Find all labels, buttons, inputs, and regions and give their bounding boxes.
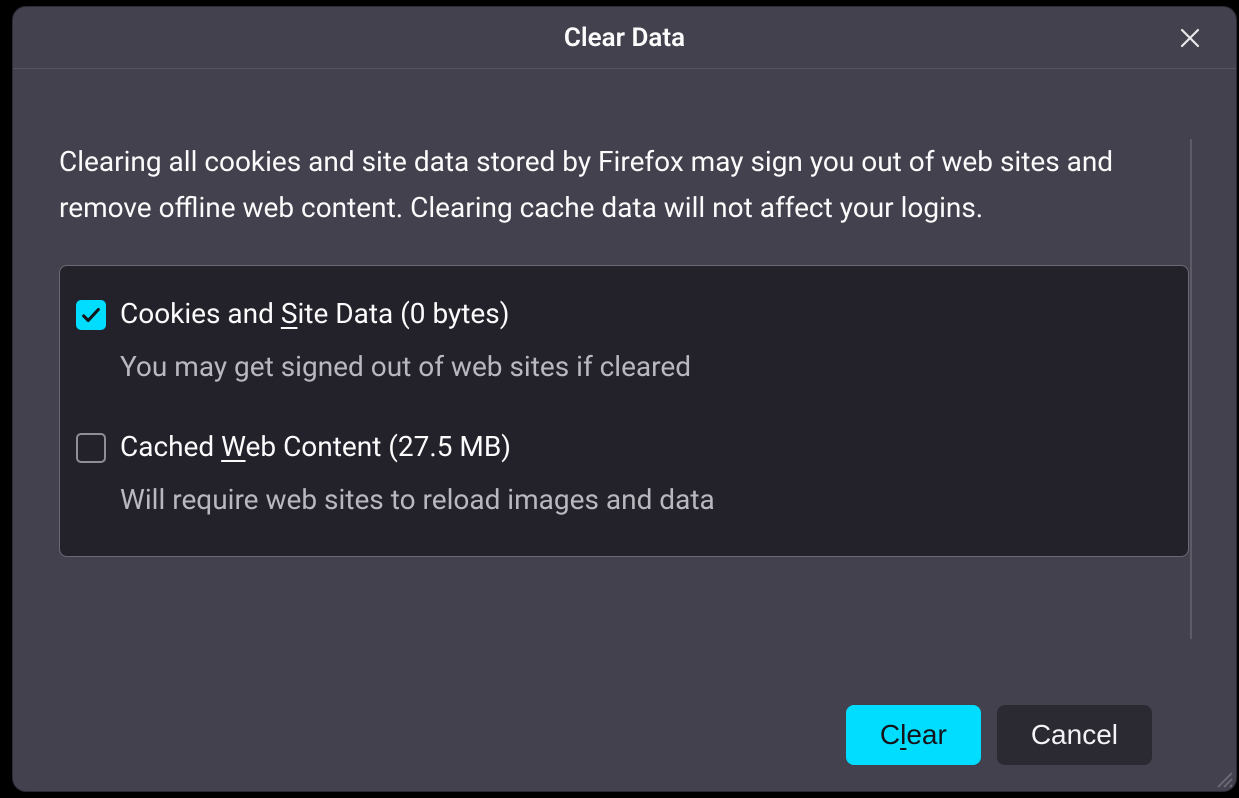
dialog-buttons: Clear Cancel	[59, 687, 1194, 765]
cancel-button[interactable]: Cancel	[997, 705, 1152, 765]
dialog-content: Clearing all cookies and site data store…	[13, 69, 1236, 791]
cache-label[interactable]: Cached Web Content (27.5 MB)	[120, 429, 1168, 465]
cookies-label[interactable]: Cookies and Site Data (0 bytes)	[120, 296, 1168, 332]
cache-checkbox[interactable]	[76, 433, 106, 463]
cookies-sublabel: You may get signed out of web sites if c…	[120, 349, 1168, 385]
dialog-titlebar: Clear Data	[13, 7, 1236, 69]
dialog-description: Clearing all cookies and site data store…	[59, 139, 1139, 231]
clear-button[interactable]: Clear	[846, 705, 981, 765]
close-icon	[1178, 26, 1202, 50]
close-button[interactable]	[1170, 18, 1210, 58]
check-icon	[80, 304, 102, 326]
cache-sublabel: Will require web sites to reload images …	[120, 482, 1168, 518]
clear-data-dialog: Clear Data Clearing all cookies and site…	[12, 6, 1237, 792]
dialog-title: Clear Data	[564, 23, 685, 53]
cookies-checkbox[interactable]	[76, 300, 106, 330]
scrollbar-track[interactable]	[1190, 139, 1192, 639]
cookies-texts: Cookies and Site Data (0 bytes) You may …	[120, 296, 1168, 385]
option-cookies: Cookies and Site Data (0 bytes) You may …	[76, 296, 1168, 385]
options-group: Cookies and Site Data (0 bytes) You may …	[59, 265, 1189, 557]
cache-texts: Cached Web Content (27.5 MB) Will requir…	[120, 429, 1168, 518]
option-cache: Cached Web Content (27.5 MB) Will requir…	[76, 429, 1168, 518]
